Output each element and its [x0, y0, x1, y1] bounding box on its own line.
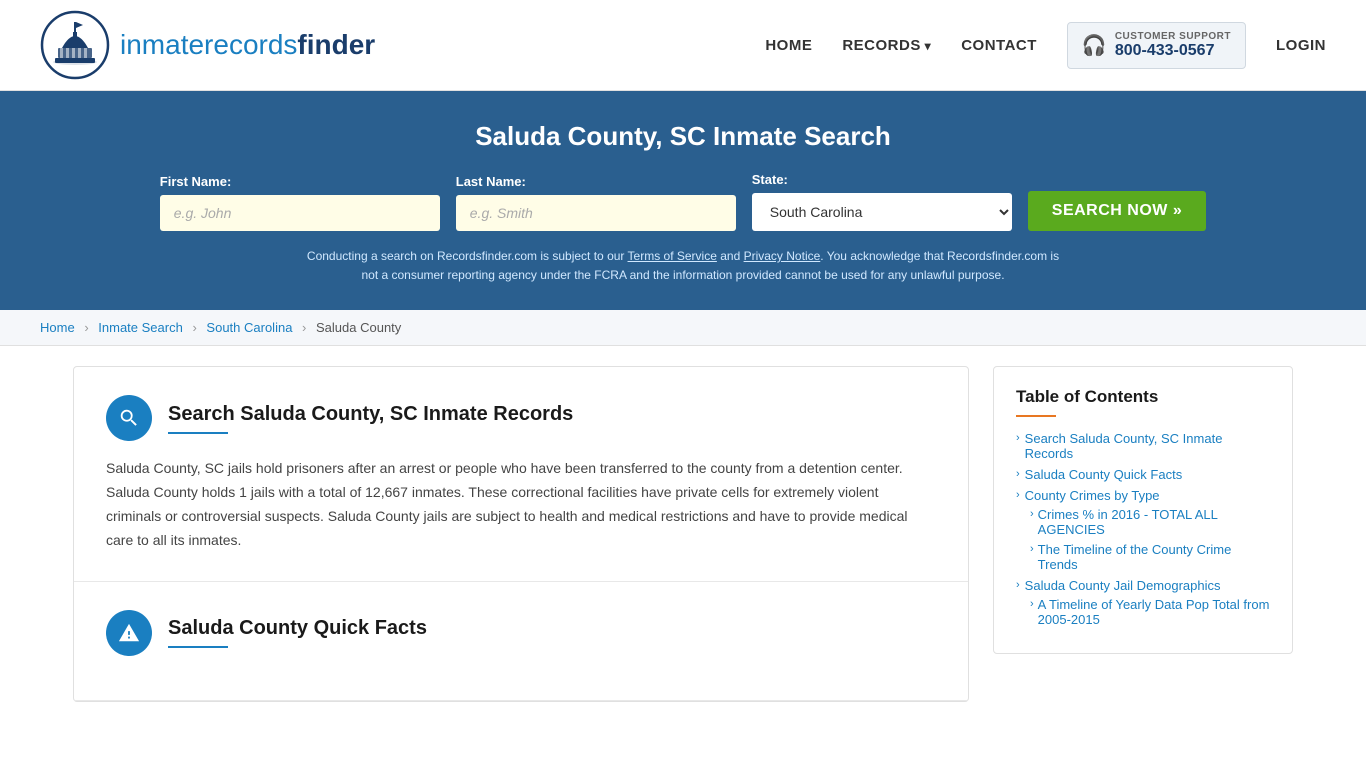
- section-body-search: Saluda County, SC jails hold prisoners a…: [106, 457, 936, 552]
- breadcrumb-sep-3: ›: [302, 320, 306, 335]
- support-label: CUSTOMER SUPPORT: [1115, 31, 1231, 42]
- nav-home[interactable]: HOME: [765, 37, 812, 54]
- toc-link-crimes-2016[interactable]: › Crimes % in 2016 - TOTAL ALL AGENCIES: [1030, 507, 1270, 537]
- breadcrumb-inmate-search[interactable]: Inmate Search: [98, 320, 183, 335]
- breadcrumb-state[interactable]: South Carolina: [206, 320, 292, 335]
- chevron-icon-sub-0: ›: [1030, 508, 1034, 520]
- first-name-label: First Name:: [160, 174, 232, 189]
- toc-item-0: › Search Saluda County, SC Inmate Record…: [1016, 431, 1270, 461]
- toc-box: Table of Contents › Search Saluda County…: [993, 366, 1293, 654]
- nav-contact[interactable]: CONTACT: [961, 37, 1037, 54]
- search-disclaimer: Conducting a search on Recordsfinder.com…: [303, 247, 1063, 285]
- last-name-input[interactable]: [456, 195, 736, 231]
- breadcrumb-sep-2: ›: [192, 320, 196, 335]
- toc-subitem-crime-trends: › The Timeline of the County Crime Trend…: [1030, 542, 1270, 572]
- article: Search Saluda County, SC Inmate Records …: [73, 366, 969, 701]
- support-number: 800-433-0567: [1115, 42, 1231, 60]
- chevron-icon-1: ›: [1016, 468, 1020, 480]
- search-icon: [118, 407, 140, 429]
- toc-item-1: › Saluda County Quick Facts: [1016, 467, 1270, 482]
- section-title-qf-wrapper: Saluda County Quick Facts: [168, 617, 427, 648]
- search-button[interactable]: SEARCH NOW »: [1028, 191, 1206, 231]
- breadcrumb-home[interactable]: Home: [40, 320, 75, 335]
- customer-support-box[interactable]: 🎧 CUSTOMER SUPPORT 800-433-0567: [1067, 22, 1246, 69]
- breadcrumb-sep-1: ›: [84, 320, 88, 335]
- sidebar: Table of Contents › Search Saluda County…: [993, 366, 1293, 701]
- toc-link-crime-trends[interactable]: › The Timeline of the County Crime Trend…: [1030, 542, 1270, 572]
- nav-records[interactable]: RECORDS: [842, 37, 931, 54]
- state-label: State:: [752, 172, 788, 187]
- site-header: inmaterecordsfinder HOME RECORDS CONTACT…: [0, 0, 1366, 91]
- toc-sublist-yearly: › A Timeline of Yearly Data Pop Total fr…: [1030, 597, 1270, 627]
- section-title-search: Search Saluda County, SC Inmate Records: [168, 403, 573, 426]
- section-quick-facts: Saluda County Quick Facts: [74, 582, 968, 701]
- breadcrumb: Home › Inmate Search › South Carolina › …: [0, 310, 1366, 346]
- first-name-input[interactable]: [160, 195, 440, 231]
- toc-item-2: › County Crimes by Type › Crimes % in 20…: [1016, 488, 1270, 572]
- section-title-quick-facts: Saluda County Quick Facts: [168, 617, 427, 640]
- toc-divider: [1016, 415, 1056, 417]
- search-banner: Saluda County, SC Inmate Search First Na…: [0, 91, 1366, 310]
- search-section-icon: [106, 395, 152, 441]
- toc-link-demographics[interactable]: › Saluda County Jail Demographics: [1016, 578, 1270, 593]
- section-header-quick-facts: Saluda County Quick Facts: [106, 610, 936, 656]
- last-name-group: Last Name:: [456, 174, 736, 231]
- toc-item-3: › Saluda County Jail Demographics › A Ti…: [1016, 578, 1270, 627]
- logo-icon: [40, 10, 110, 80]
- privacy-link[interactable]: Privacy Notice: [744, 249, 821, 263]
- main-content: Search Saluda County, SC Inmate Records …: [43, 346, 1323, 721]
- chevron-icon-sub-1: ›: [1030, 543, 1034, 555]
- section-search: Search Saluda County, SC Inmate Records …: [74, 367, 968, 581]
- tos-link[interactable]: Terms of Service: [628, 249, 717, 263]
- toc-list: › Search Saluda County, SC Inmate Record…: [1016, 431, 1270, 627]
- toc-link-yearly-data[interactable]: › A Timeline of Yearly Data Pop Total fr…: [1030, 597, 1270, 627]
- section-header-search: Search Saluda County, SC Inmate Records: [106, 395, 936, 441]
- toc-link-quick-facts[interactable]: › Saluda County Quick Facts: [1016, 467, 1270, 482]
- state-select[interactable]: South Carolina: [752, 193, 1012, 231]
- chevron-icon-3: ›: [1016, 579, 1020, 591]
- toc-subitem-yearly: › A Timeline of Yearly Data Pop Total fr…: [1030, 597, 1270, 627]
- nav-login[interactable]: LOGIN: [1276, 37, 1326, 54]
- state-group: State: South Carolina: [752, 172, 1012, 231]
- logo-area: inmaterecordsfinder: [40, 10, 375, 80]
- main-nav: HOME RECORDS CONTACT 🎧 CUSTOMER SUPPORT …: [765, 22, 1326, 69]
- toc-title: Table of Contents: [1016, 387, 1270, 407]
- page-title: Saluda County, SC Inmate Search: [40, 121, 1326, 152]
- warning-icon: [118, 622, 140, 644]
- breadcrumb-current: Saluda County: [316, 320, 401, 335]
- last-name-label: Last Name:: [456, 174, 526, 189]
- toc-link-crimes-type[interactable]: › County Crimes by Type: [1016, 488, 1270, 503]
- support-text-area: CUSTOMER SUPPORT 800-433-0567: [1115, 31, 1231, 60]
- chevron-icon-2: ›: [1016, 489, 1020, 501]
- warning-section-icon: [106, 610, 152, 656]
- toc-subitem-crimes-2016: › Crimes % in 2016 - TOTAL ALL AGENCIES: [1030, 507, 1270, 537]
- section-title-underline-search: [168, 432, 228, 434]
- toc-sublist-crimes: › Crimes % in 2016 - TOTAL ALL AGENCIES …: [1030, 507, 1270, 572]
- chevron-icon-sub-2: ›: [1030, 598, 1034, 610]
- section-title-underline-qf: [168, 646, 228, 648]
- toc-link-search[interactable]: › Search Saluda County, SC Inmate Record…: [1016, 431, 1270, 461]
- first-name-group: First Name:: [160, 174, 440, 231]
- chevron-icon-0: ›: [1016, 432, 1020, 444]
- headset-icon: 🎧: [1082, 33, 1107, 58]
- logo-text: inmaterecordsfinder: [120, 29, 375, 61]
- section-title-search-wrapper: Search Saluda County, SC Inmate Records: [168, 403, 573, 434]
- search-form: First Name: Last Name: State: South Caro…: [40, 172, 1326, 231]
